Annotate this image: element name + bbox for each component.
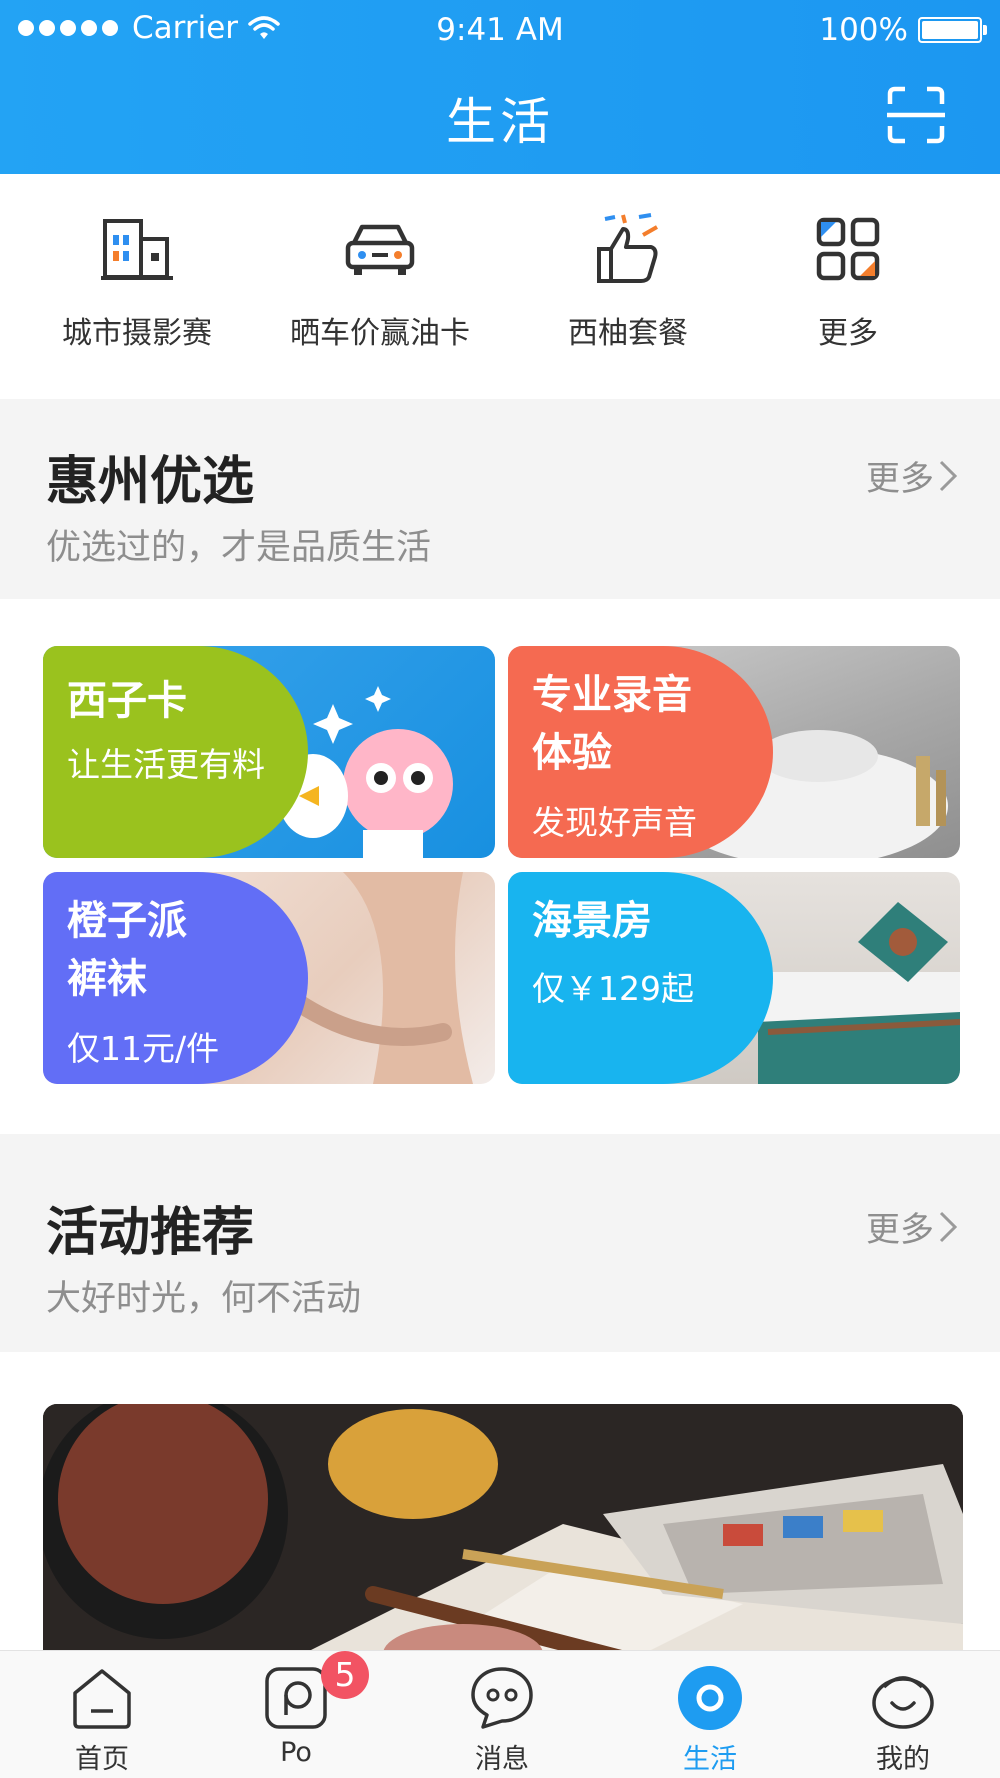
more-link[interactable]: 更多 xyxy=(866,451,958,500)
section-title: 活动推荐 xyxy=(46,1203,255,1263)
more-link[interactable]: 更多 xyxy=(866,1202,958,1251)
tab-bar: 首页 5 Po 消息 生活 我的 xyxy=(0,1650,1000,1778)
promo-card-seaview-room[interactable]: 海景房 仅￥129起 xyxy=(508,872,960,1084)
profile-icon xyxy=(872,1676,934,1729)
card-title-line2: 裤袜 xyxy=(67,956,147,1002)
tab-messages[interactable]: 消息 xyxy=(432,1665,572,1776)
promo-card-recording[interactable]: 专业录音 体验 发现好声音 xyxy=(508,646,960,858)
chevron-right-icon xyxy=(939,1211,958,1242)
card-title: 西子卡 xyxy=(67,678,187,724)
section-featured-header: 惠州优选 优选过的，才是品质生活 更多 xyxy=(0,399,1000,599)
more-link-label: 更多 xyxy=(866,1210,934,1250)
card-subtitle: 发现好声音 xyxy=(532,803,697,842)
card-title-line1: 专业录音 xyxy=(532,672,692,718)
section-title: 惠州优选 xyxy=(46,452,255,512)
tab-label: 我的 xyxy=(876,1744,930,1775)
card-subtitle: 仅￥129起 xyxy=(532,969,694,1008)
battery-percent: 100% xyxy=(819,12,908,48)
card-title-line2: 体验 xyxy=(532,730,612,776)
scan-icon[interactable] xyxy=(887,86,945,144)
quick-item-city-photo[interactable]: 城市摄影赛 xyxy=(27,204,247,352)
promo-card-tights[interactable]: 橙子派 裤袜 仅11元/件 xyxy=(43,872,495,1084)
more-link-label: 更多 xyxy=(866,459,934,499)
grid-more-icon xyxy=(816,217,880,281)
status-bar: Carrier 9:41 AM 100% xyxy=(0,0,1000,60)
quick-menu: 城市摄影赛 晒车价赢油卡 西柚套餐 更多 xyxy=(0,174,1000,399)
quick-item-grapefruit-plan[interactable]: 西柚套餐 xyxy=(518,204,738,352)
section-subtitle: 大好时光，何不活动 xyxy=(46,1279,362,1319)
quick-item-label: 西柚套餐 xyxy=(568,316,688,351)
quick-item-label: 更多 xyxy=(818,316,878,351)
message-icon xyxy=(471,1667,533,1729)
notification-badge: 5 xyxy=(321,1651,369,1699)
tab-life[interactable]: 生活 xyxy=(640,1665,780,1776)
chevron-right-icon xyxy=(939,460,958,491)
tab-po[interactable]: 5 Po xyxy=(226,1651,369,1768)
tab-label: 首页 xyxy=(75,1744,129,1775)
quick-item-label: 晒车价赢油卡 xyxy=(290,316,470,351)
city-building-icon xyxy=(101,219,173,280)
quick-item-label: 城市摄影赛 xyxy=(62,316,212,351)
card-title: 海景房 xyxy=(532,898,652,944)
tab-home[interactable]: 首页 xyxy=(32,1665,172,1776)
card-subtitle: 仅11元/件 xyxy=(67,1029,220,1068)
tab-label: 生活 xyxy=(683,1744,737,1775)
battery-icon xyxy=(918,17,987,43)
tab-profile[interactable]: 我的 xyxy=(833,1665,973,1776)
card-title-line1: 橙子派 xyxy=(67,898,187,944)
home-icon xyxy=(73,1669,131,1729)
quick-item-more[interactable]: 更多 xyxy=(738,204,958,352)
life-icon xyxy=(678,1666,742,1730)
header-bar: Carrier 9:41 AM 100% 生活 xyxy=(0,0,1000,174)
promo-card-xizika[interactable]: 西子卡 让生活更有料 xyxy=(43,646,495,858)
page-title: 生活 xyxy=(446,93,554,151)
card-subtitle: 让生活更有料 xyxy=(67,745,265,784)
po-icon xyxy=(265,1667,327,1729)
section-activity-header: 活动推荐 大好时光，何不活动 更多 xyxy=(0,1134,1000,1352)
tab-label: 消息 xyxy=(475,1744,529,1775)
section-subtitle: 优选过的，才是品质生活 xyxy=(46,528,432,568)
card-title: 专业录音 体验 xyxy=(532,666,692,782)
car-icon xyxy=(345,224,415,275)
thumbs-up-icon xyxy=(597,213,658,283)
tab-label: Po xyxy=(280,1737,312,1768)
card-title: 橙子派 裤袜 xyxy=(67,892,187,1008)
quick-item-car-price[interactable]: 晒车价赢油卡 xyxy=(270,204,490,352)
